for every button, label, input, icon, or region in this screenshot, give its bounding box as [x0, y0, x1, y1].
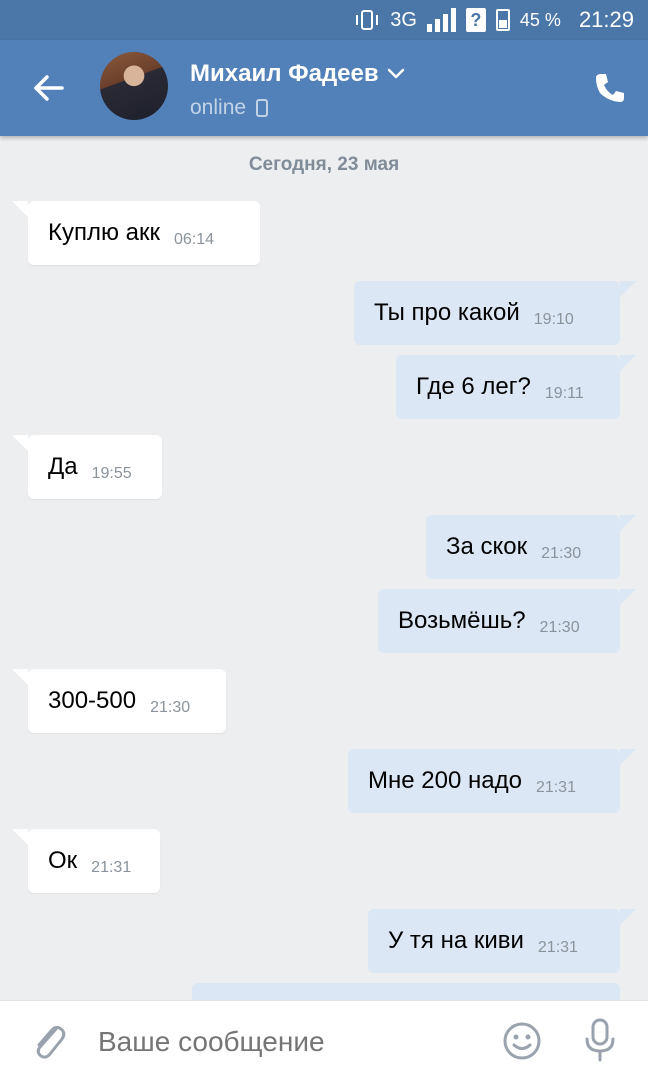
- chevron-down-icon[interactable]: [387, 68, 405, 80]
- message-composer: [0, 1000, 648, 1081]
- incoming-message[interactable]: Куплю акк 06:14: [12, 201, 260, 265]
- message-text: Куплю акк: [48, 219, 160, 246]
- chat-header: Михаил Фадеев online: [0, 40, 648, 136]
- outgoing-message[interactable]: Ты про какой 19:10: [354, 281, 636, 345]
- battery-percent: 45 %: [519, 9, 561, 30]
- contact-status: online: [190, 96, 269, 120]
- message-time: 19:10: [533, 311, 574, 328]
- message-time: 06:14: [174, 231, 215, 248]
- message-time: 19:11: [544, 385, 584, 402]
- mobile-icon: [256, 99, 269, 117]
- outgoing-message[interactable]: У тя на киви 21:31: [368, 909, 636, 973]
- message-text: Мне 200 надо: [368, 767, 522, 794]
- incoming-message[interactable]: 300-500 21:30: [12, 669, 226, 733]
- date-separator: Сегодня, 23 мая: [248, 154, 400, 175]
- message-time: 21:31: [91, 859, 132, 876]
- sim-icon: ?: [465, 8, 486, 32]
- outgoing-message[interactable]: Мне 200 надо 21:31: [348, 749, 636, 813]
- contact-name-text: Михаил Фадеев: [190, 60, 379, 87]
- incoming-message[interactable]: Ок 21:31: [12, 829, 160, 893]
- status-text: online: [190, 96, 247, 119]
- microphone-icon[interactable]: [582, 1017, 618, 1063]
- status-bar: 3G ? 45 % 21:29: [0, 0, 648, 40]
- message-time: 21:31: [537, 939, 578, 956]
- message-time: 21:31: [535, 779, 576, 796]
- vibrate-icon: [356, 10, 379, 30]
- outgoing-message[interactable]: За скок 21:30: [426, 515, 636, 579]
- phone-icon[interactable]: [590, 68, 630, 108]
- message-text: У тя на киви: [388, 927, 524, 954]
- outgoing-message[interactable]: Где 6 лег? 19:11: [396, 355, 636, 419]
- battery-icon: [495, 9, 510, 31]
- message-time: 21:30: [150, 699, 191, 716]
- message-text: Возьмёшь?: [398, 607, 526, 634]
- message-text: Где 6 лег?: [416, 373, 531, 400]
- message-text: Ок: [48, 847, 78, 874]
- incoming-message[interactable]: Да 19:55: [12, 435, 162, 499]
- avatar[interactable]: [100, 52, 168, 120]
- contact-name[interactable]: Михаил Фадеев: [190, 60, 405, 88]
- signal-icon: [426, 8, 456, 32]
- message-text: Ты про какой: [374, 299, 520, 326]
- smile-icon[interactable]: [502, 1021, 542, 1061]
- message-time: 19:55: [91, 465, 132, 482]
- message-text: Да: [48, 453, 78, 480]
- arrow-left-icon[interactable]: [28, 68, 68, 108]
- message-time: 21:30: [539, 619, 580, 636]
- network-type: 3G: [390, 8, 417, 31]
- clock: 21:29: [578, 7, 634, 32]
- outgoing-message[interactable]: Возьмёшь? 21:30: [378, 589, 636, 653]
- message-text: 300-500: [48, 687, 137, 714]
- paperclip-icon[interactable]: [28, 1019, 68, 1063]
- message-time: 21:30: [541, 545, 582, 562]
- message-input[interactable]: [96, 1025, 480, 1059]
- message-text: За скок: [446, 533, 528, 560]
